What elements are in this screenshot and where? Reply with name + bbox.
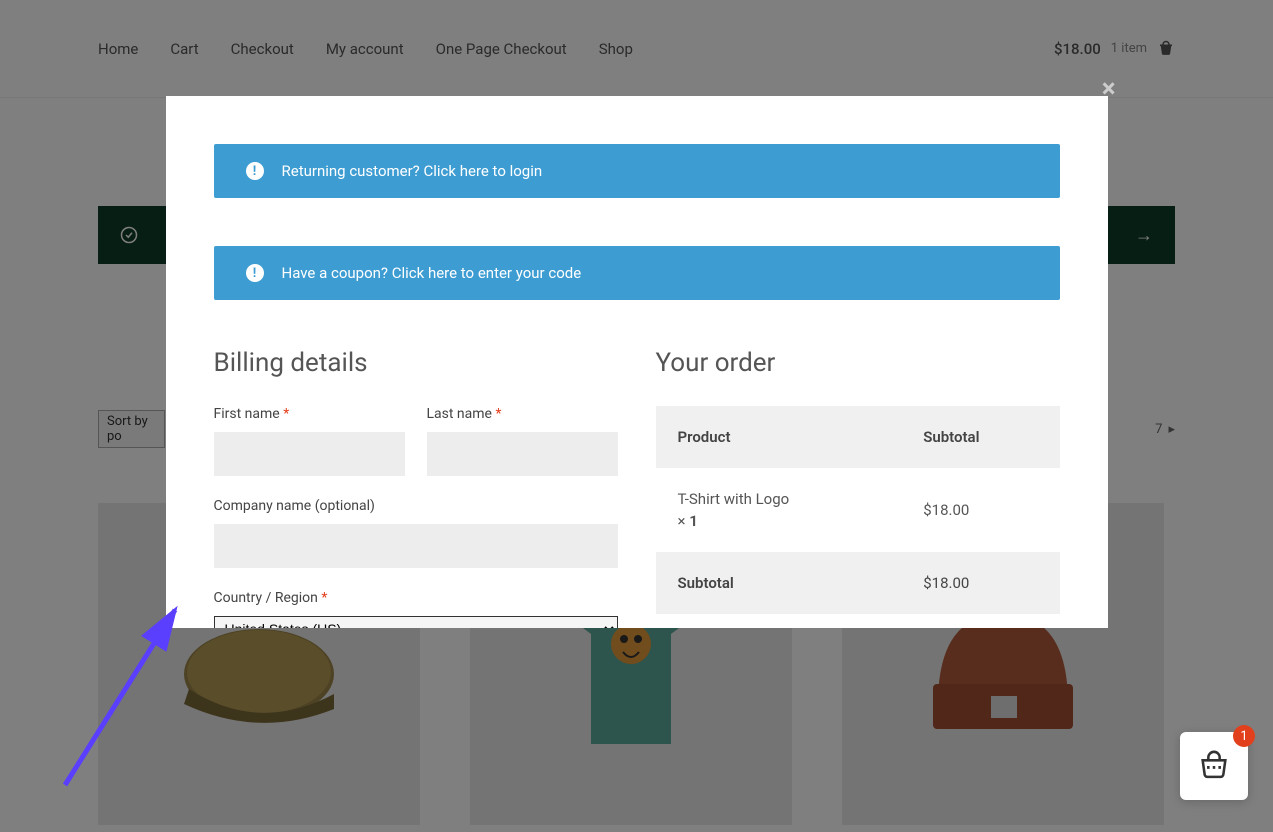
billing-section: Billing details First name * Last name * (214, 348, 618, 628)
company-label: Company name (optional) (214, 498, 618, 514)
modal-overlay[interactable]: × ! Returning customer? Click here to lo… (0, 0, 1273, 832)
coupon-notice[interactable]: ! Have a coupon? Click here to enter you… (214, 246, 1060, 300)
line-name: T-Shirt with Logo (678, 490, 790, 508)
country-select[interactable]: United States (US) (214, 616, 618, 628)
subtotal-value: $18.00 (901, 552, 1059, 614)
first-name-field[interactable] (214, 432, 405, 476)
line-qty: 1 (689, 512, 698, 530)
basket-icon (1197, 749, 1231, 783)
close-button[interactable]: × (1102, 74, 1116, 104)
last-name-label: Last name * (427, 406, 618, 422)
company-field[interactable] (214, 524, 618, 568)
order-subtotal-row: Subtotal $18.00 (656, 552, 1060, 614)
order-section: Your order Product Subtotal T-Shirt wi (656, 348, 1060, 628)
order-table: Product Subtotal T-Shirt with Logo × 1 $… (656, 406, 1060, 614)
modal-body: ! Returning customer? Click here to logi… (166, 96, 1108, 628)
billing-title: Billing details (214, 348, 618, 378)
order-line-item: T-Shirt with Logo × 1 $18.00 (656, 468, 1060, 552)
order-title: Your order (656, 348, 1060, 378)
checkout-modal: × ! Returning customer? Click here to lo… (166, 96, 1108, 628)
first-name-label: First name * (214, 406, 405, 422)
login-notice[interactable]: ! Returning customer? Click here to logi… (214, 144, 1060, 198)
col-subtotal: Subtotal (901, 406, 1059, 468)
country-label: Country / Region * (214, 590, 618, 606)
subtotal-label: Subtotal (656, 552, 902, 614)
info-icon: ! (246, 264, 264, 282)
login-notice-text: Returning customer? Click here to login (282, 162, 543, 180)
coupon-notice-text: Have a coupon? Click here to enter your … (282, 264, 582, 282)
cart-badge: 1 (1233, 725, 1255, 747)
line-price: $18.00 (901, 468, 1059, 552)
floating-cart-button[interactable]: 1 (1180, 732, 1248, 800)
last-name-field[interactable] (427, 432, 618, 476)
col-product: Product (656, 406, 902, 468)
info-icon: ! (246, 162, 264, 180)
